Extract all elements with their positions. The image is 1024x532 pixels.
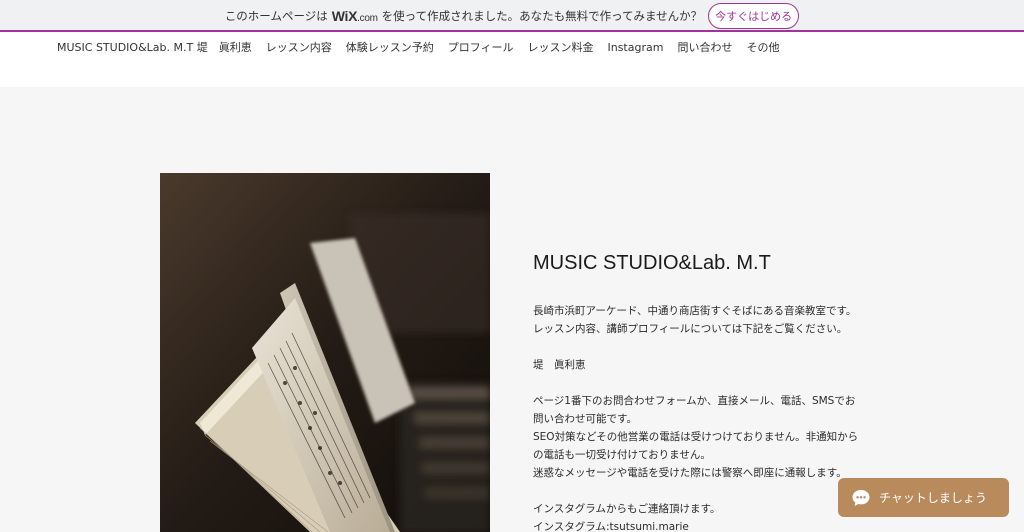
banner-suffix-text: を使って作成されました。あなたも無料で作ってみませんか？: [381, 8, 703, 23]
start-now-button[interactable]: 今すぐはじめる: [708, 2, 800, 29]
contact-info: 迷惑なメッセージや電話を受けた際には警察へ即座に通報します。: [533, 467, 847, 479]
instagram-info: インスタグラムからもご連絡頂けます。: [533, 503, 721, 515]
chat-label: チャットしましょう: [879, 491, 987, 505]
nav-item-lessons[interactable]: レッスン内容: [266, 39, 332, 55]
nav-item-home[interactable]: MUSIC STUDIO&Lab. M.T 堤 眞利恵: [57, 39, 252, 55]
page-title: MUSIC STUDIO&Lab. M.T: [533, 252, 771, 274]
nav-item-more[interactable]: その他: [746, 39, 779, 55]
wix-promo-banner: このホームページは WiX.com を使って作成されました。あなたも無料で作って…: [0, 0, 1024, 31]
nav-item-contact[interactable]: 問い合わせ: [677, 39, 732, 55]
chat-button[interactable]: チャットしましょう: [838, 478, 1009, 517]
nav-item-trial-booking[interactable]: 体験レッスン予約: [346, 39, 434, 55]
instagram-handle: インスタグラム:tsutsumi.marie: [533, 521, 689, 532]
wix-logo[interactable]: WiX.com: [332, 8, 378, 24]
hero-section: [0, 87, 1024, 532]
intro-text: 長崎市浜町アーケード、中通り商店街すぐそばにある音楽教室です。 レッスン内容、講…: [533, 302, 863, 532]
banner-prefix-text: このホームページは: [224, 8, 328, 23]
intro-line: 長崎市浜町アーケード、中通り商店街すぐそばにある音楽教室です。: [533, 305, 857, 317]
header-spacer: [0, 62, 1024, 87]
nav-item-profile[interactable]: プロフィール: [448, 39, 514, 55]
contact-info: ページ1番下のお問合わせフォームか、直接メール、電話、SMSでお問い合わせ可能で…: [533, 395, 856, 425]
nav-item-fees[interactable]: レッスン料金: [527, 39, 593, 55]
chat-bubble-icon: [852, 489, 870, 506]
site-nav: MUSIC STUDIO&Lab. M.T 堤 眞利恵 レッスン内容 体験レッス…: [0, 32, 1024, 62]
sheet-music-photo: [160, 173, 490, 532]
contact-info: SEO対策などその他営業の電話は受けつけておりません。非通知からの電話も一切受け…: [533, 431, 859, 461]
nav-item-instagram[interactable]: Instagram: [607, 41, 663, 54]
sheet-music-illustration: [160, 173, 490, 532]
intro-line: レッスン内容、講師プロフィールについては下記をご覧ください。: [533, 323, 848, 335]
teacher-name: 堤 眞利恵: [533, 359, 586, 371]
